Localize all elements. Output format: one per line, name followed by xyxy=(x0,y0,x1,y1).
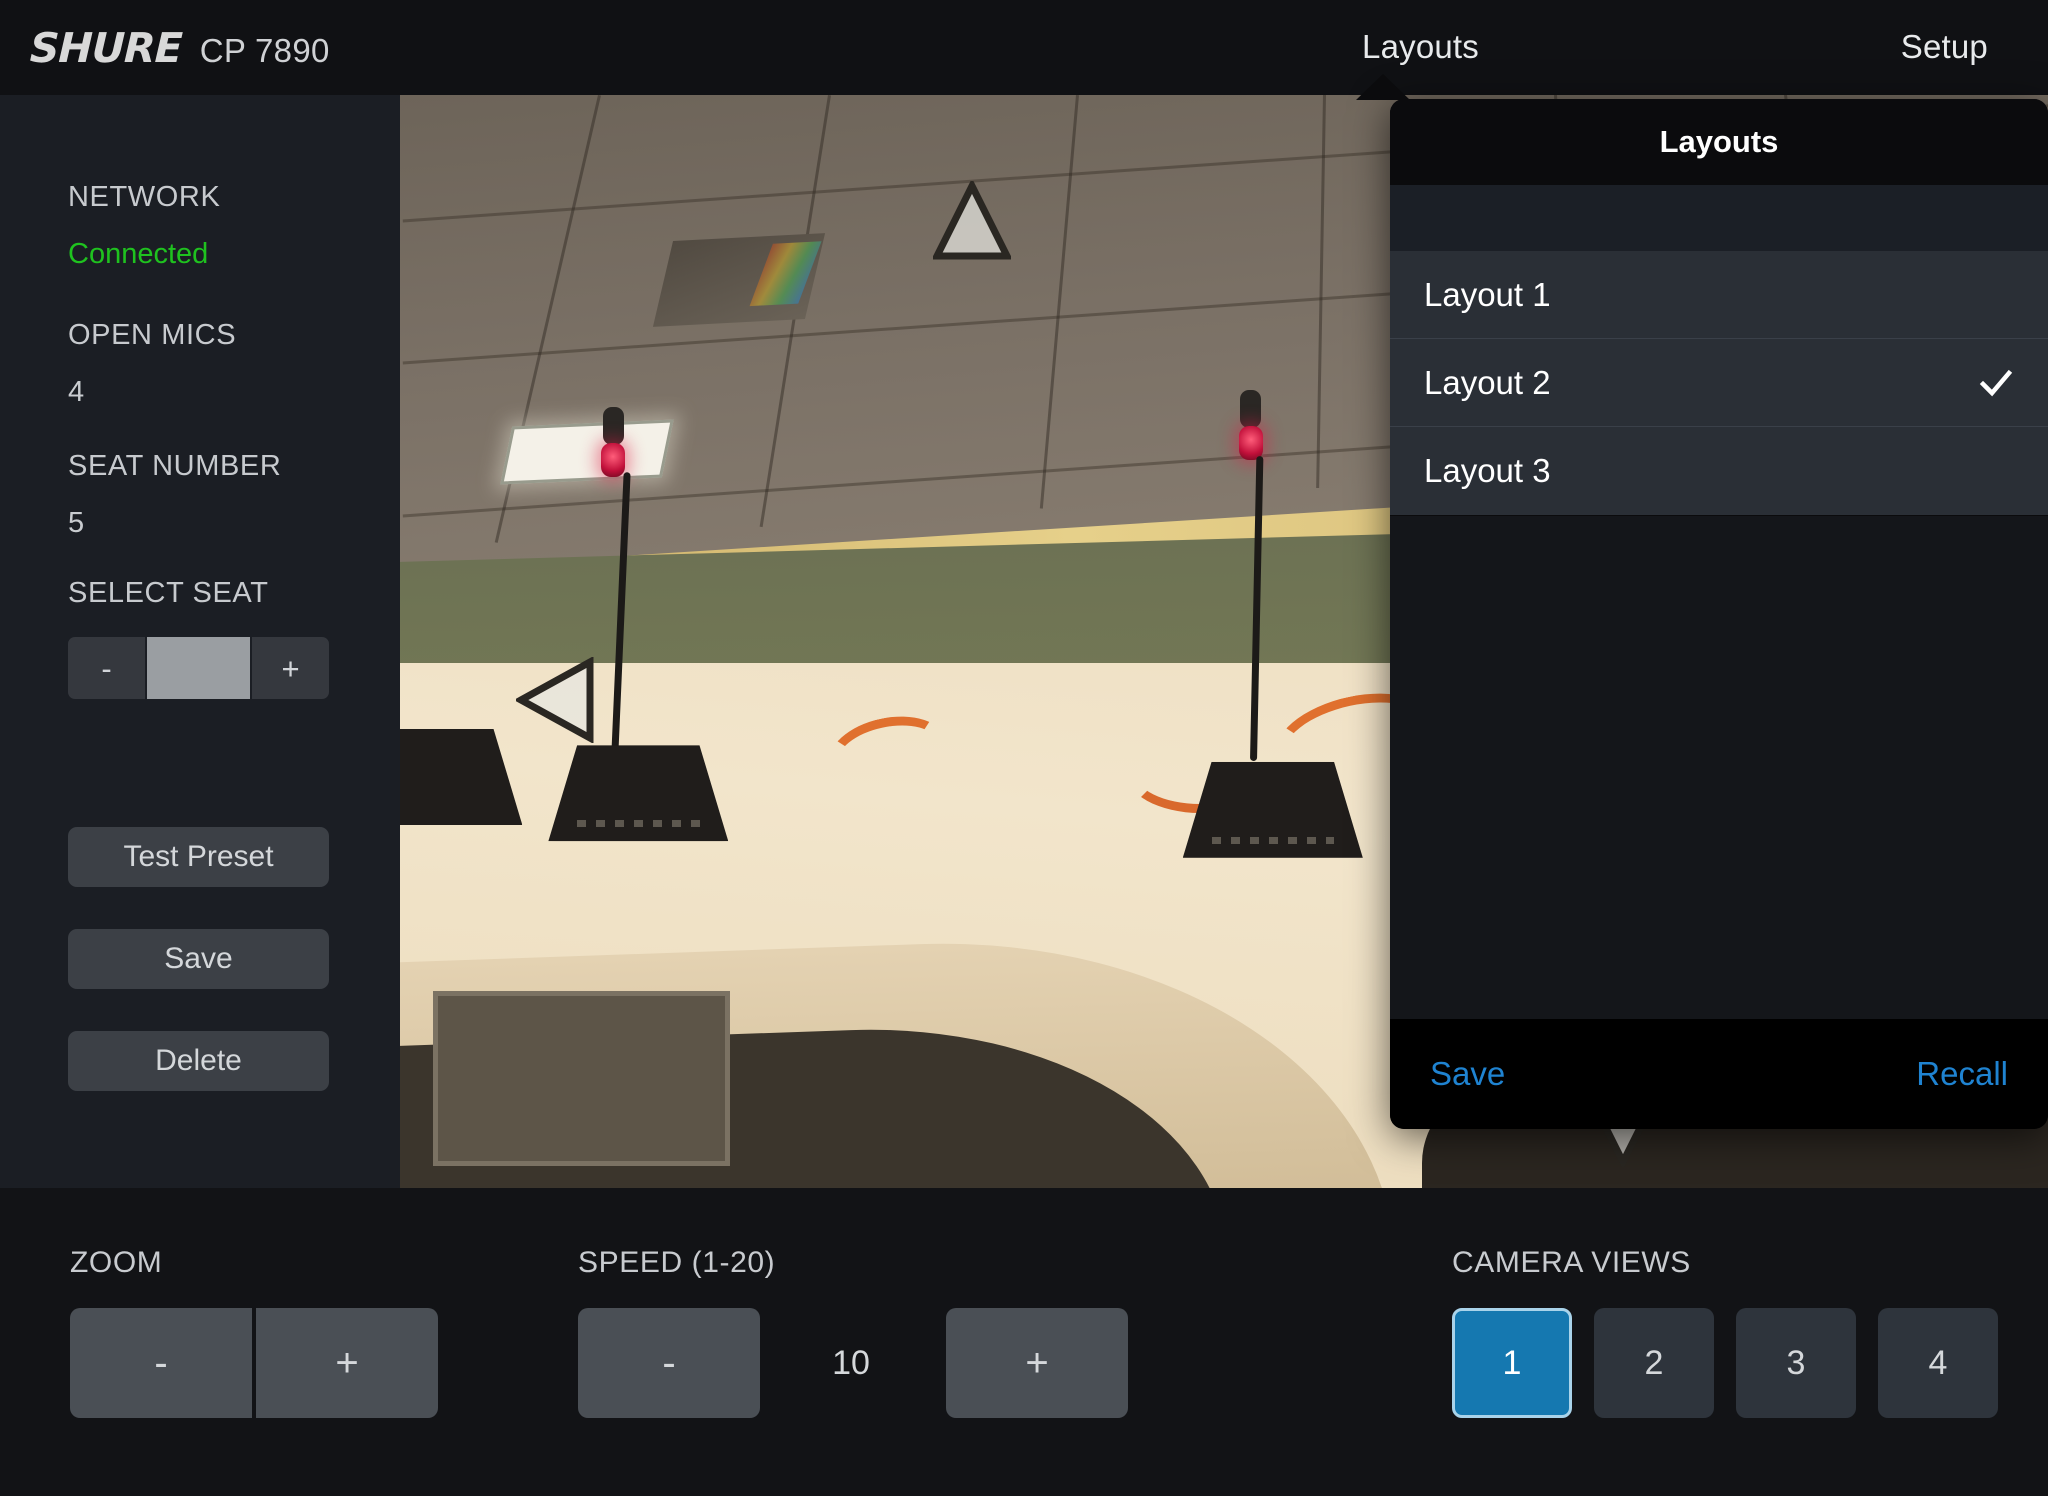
mic-base xyxy=(548,745,728,841)
seat-number-group: SEAT NUMBER 5 xyxy=(68,450,281,540)
popover-caret-icon xyxy=(1356,74,1410,100)
layout-item-label: Layout 2 xyxy=(1424,364,1978,402)
network-value: Connected xyxy=(68,238,220,271)
select-seat-decrement-button[interactable]: - xyxy=(68,637,145,699)
layout-save-button[interactable]: Save xyxy=(1430,1055,1505,1093)
nav-setup[interactable]: Setup xyxy=(1901,28,1988,66)
speed-value: 10 xyxy=(760,1308,942,1418)
mic-capsule xyxy=(1240,390,1261,428)
open-mics-group: OPEN MICS 4 xyxy=(68,319,236,409)
layout-item-3[interactable]: Layout 3 xyxy=(1390,427,2048,515)
check-icon xyxy=(1978,365,2014,401)
mic-base xyxy=(1183,762,1363,858)
save-preset-button[interactable]: Save xyxy=(68,929,329,989)
layouts-popover-body xyxy=(1390,516,2048,1019)
zoom-out-button[interactable]: - xyxy=(70,1308,252,1418)
mic-base-leds xyxy=(577,820,699,827)
select-seat-value-field[interactable] xyxy=(145,637,252,699)
open-mics-label: OPEN MICS xyxy=(68,319,236,352)
app-root: SHURE CP 7890 Layouts Setup NETWORK Conn… xyxy=(0,0,2048,1496)
layout-item-2[interactable]: Layout 2 xyxy=(1390,339,2048,427)
select-seat-label: SELECT SEAT xyxy=(68,577,329,610)
shure-logo: SHURE xyxy=(29,24,182,72)
camera-view-button-4[interactable]: 4 xyxy=(1878,1308,1998,1418)
ptz-up-arrow[interactable] xyxy=(933,181,1011,261)
layouts-popover-footer: Save Recall xyxy=(1390,1019,2048,1129)
sidebar: NETWORK Connected OPEN MICS 4 SEAT NUMBE… xyxy=(0,95,400,1188)
ceiling-vent xyxy=(653,233,825,327)
camera-view-button-2[interactable]: 2 xyxy=(1594,1308,1714,1418)
speed-label: SPEED (1-20) xyxy=(578,1246,775,1280)
network-label: NETWORK xyxy=(68,181,220,214)
layouts-popover-spacer xyxy=(1390,185,2048,251)
speed-increment-button[interactable]: + xyxy=(946,1308,1128,1418)
device-model-label: CP 7890 xyxy=(200,32,330,70)
mic-status-light xyxy=(601,443,625,477)
layouts-popover: Layouts Layout 1 Layout 2 Layout 3 Save … xyxy=(1390,99,2048,1129)
bottom-toolbar: ZOOM - + SPEED (1-20) - 10 + CAMERA VIEW… xyxy=(0,1188,2048,1496)
select-seat-group: SELECT SEAT - + xyxy=(68,577,329,699)
network-status-group: NETWORK Connected xyxy=(68,181,220,271)
mic-capsule xyxy=(603,407,624,445)
nav-layouts[interactable]: Layouts xyxy=(1362,28,1479,66)
seat-number-value: 5 xyxy=(68,507,281,540)
layout-recall-button[interactable]: Recall xyxy=(1916,1055,2008,1093)
layout-item-1[interactable]: Layout 1 xyxy=(1390,251,2048,339)
seat-number-label: SEAT NUMBER xyxy=(68,450,281,483)
open-mics-value: 4 xyxy=(68,376,236,409)
camera-view-button-3[interactable]: 3 xyxy=(1736,1308,1856,1418)
wall-access-panel xyxy=(433,991,730,1166)
zoom-label: ZOOM xyxy=(70,1246,162,1280)
mic-status-light xyxy=(1239,426,1263,460)
app-header: SHURE CP 7890 Layouts Setup xyxy=(0,0,2048,95)
camera-view-button-1[interactable]: 1 xyxy=(1452,1308,1572,1418)
mic-base-leds xyxy=(1212,837,1334,844)
ceiling-light-panel xyxy=(500,419,674,484)
ptz-left-arrow[interactable] xyxy=(516,657,596,743)
layout-item-label: Layout 3 xyxy=(1424,452,2014,490)
speed-decrement-button[interactable]: - xyxy=(578,1308,760,1418)
camera-views-label: CAMERA VIEWS xyxy=(1452,1246,1691,1280)
test-preset-button[interactable]: Test Preset xyxy=(68,827,329,887)
layout-item-label: Layout 1 xyxy=(1424,276,2014,314)
zoom-in-button[interactable]: + xyxy=(256,1308,438,1418)
select-seat-increment-button[interactable]: + xyxy=(252,637,329,699)
layouts-popover-title: Layouts xyxy=(1390,99,2048,185)
layouts-list: Layout 1 Layout 2 Layout 3 xyxy=(1390,251,2048,515)
delete-preset-button[interactable]: Delete xyxy=(68,1031,329,1091)
brand: SHURE CP 7890 xyxy=(30,24,330,72)
select-seat-stepper[interactable]: - + xyxy=(68,637,329,699)
